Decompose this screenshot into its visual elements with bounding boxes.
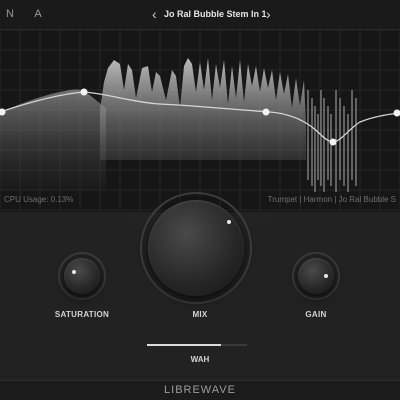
eq-node-5 [393, 109, 400, 117]
signal-chain-text: Trumpet | Harmon | Jo Ral Bubble S [267, 195, 396, 204]
spectrum-display[interactable]: CPU Usage: 0.13% Trumpet | Harmon | Jo R… [0, 30, 400, 212]
app-title: N A [6, 8, 51, 20]
eq-node-2 [80, 88, 88, 96]
wah-slider-fill[interactable] [147, 344, 221, 346]
gain-indicator [324, 274, 328, 278]
gain-label: GAIN [305, 310, 327, 319]
gain-knob[interactable] [298, 258, 334, 294]
chevron-left-icon: ‹ [152, 6, 157, 22]
spectrum-svg [0, 30, 400, 212]
previous-preset-button[interactable]: ‹ [152, 6, 157, 22]
mix-label: MIX [192, 310, 208, 319]
wah-slider-track[interactable] [221, 344, 247, 346]
mix-knob[interactable] [148, 200, 244, 296]
cpu-usage: CPU Usage: 0.13% [4, 195, 74, 204]
top-bar: N A ‹ Jo Ral Bubble Stem In 1 › [0, 0, 400, 30]
eq-node-4 [329, 138, 337, 146]
brand-logo: LIBREWAVE [164, 384, 236, 396]
saturation-knob[interactable] [64, 258, 100, 294]
chevron-right-icon: › [266, 6, 271, 22]
saturation-label: SATURATION [54, 310, 110, 319]
wah-label: WAH [190, 355, 210, 364]
preset-name[interactable]: Jo Ral Bubble Stem In 1 [164, 9, 267, 19]
spectrum-fill [100, 58, 306, 160]
saturation-indicator [72, 270, 76, 274]
eq-node-3 [262, 108, 270, 116]
next-preset-button[interactable]: › [266, 6, 271, 22]
low-band-fill [0, 89, 106, 190]
mix-indicator [227, 220, 231, 224]
